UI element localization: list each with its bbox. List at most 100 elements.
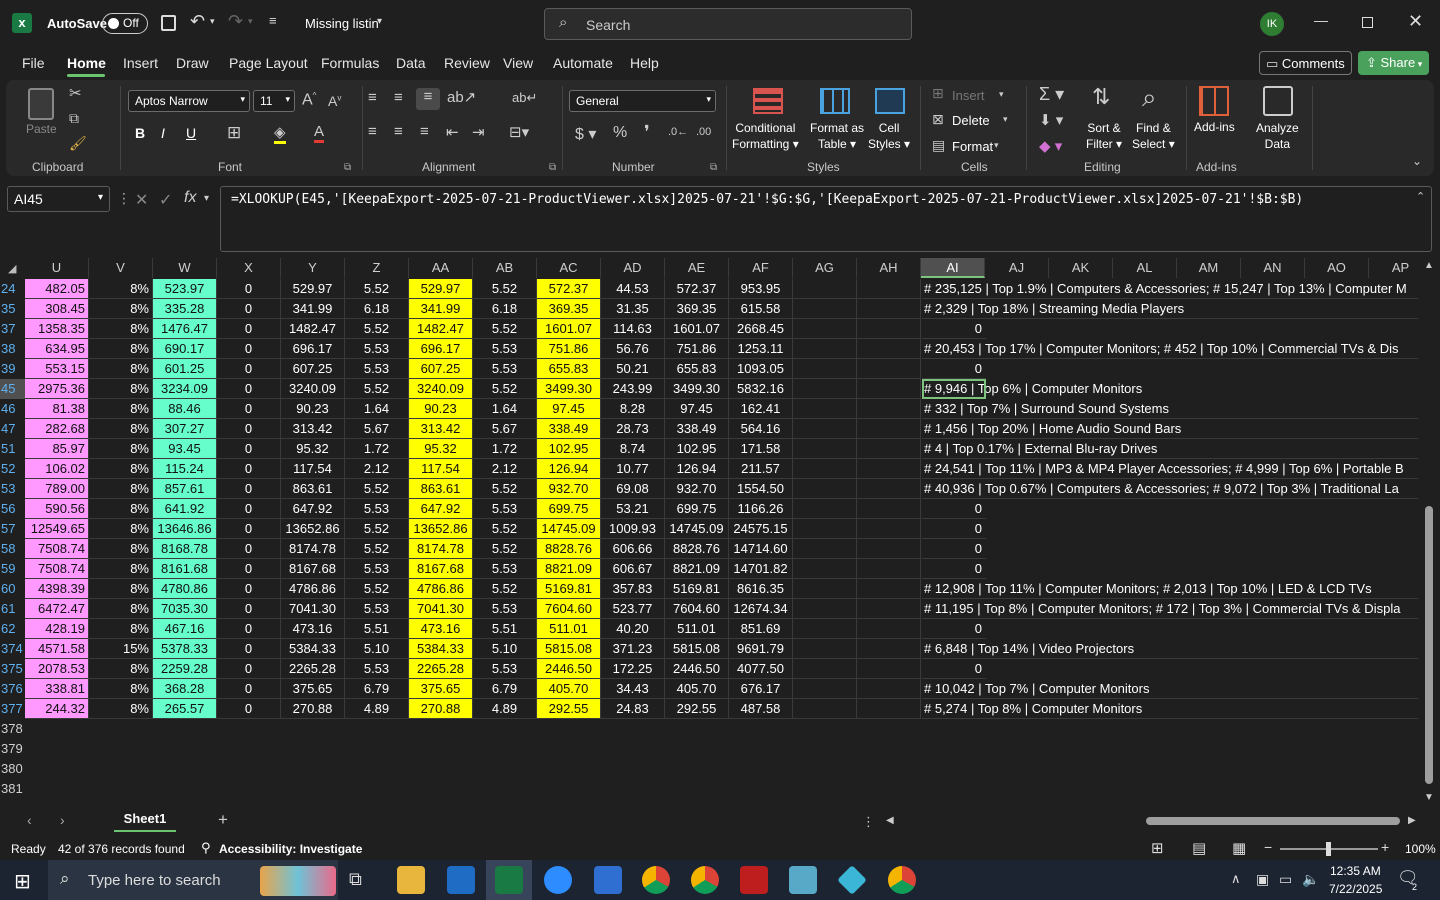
cell-af[interactable]: 9691.79 [729,639,793,659]
cell-ab[interactable]: 5.52 [473,539,537,559]
cell-x[interactable]: 0 [217,699,281,719]
scroll-down-icon[interactable]: ▼ [1424,792,1434,803]
cell-u[interactable]: 81.38 [25,399,89,419]
cell-empty[interactable] [857,319,921,339]
cell-u[interactable]: 106.02 [25,459,89,479]
cell-empty[interactable] [793,639,857,659]
clock-time[interactable]: 12:35 AM [1330,864,1381,878]
cell-z[interactable]: 5.52 [345,539,409,559]
cell-ae[interactable]: 7604.60 [665,599,729,619]
cell-ab[interactable]: 5.53 [473,559,537,579]
tab-review[interactable]: Review [444,55,490,71]
tab-home[interactable]: Home [67,55,106,71]
chevron-down-icon[interactable]: ▾ [204,193,209,204]
cell-z[interactable]: 5.51 [345,619,409,639]
cell-z[interactable]: 5.53 [345,599,409,619]
row-header[interactable]: 374 [0,639,25,659]
conditional-formatting-button[interactable]: Conditional Formatting ▾ [732,120,799,152]
cell-af[interactable]: 953.95 [729,279,793,299]
cell-aa[interactable]: 95.32 [409,439,473,459]
column-header-ae[interactable]: AE [665,258,729,278]
column-header-ao[interactable]: AO [1305,258,1369,278]
format-as-table-button[interactable]: Format as Table ▾ [810,120,864,152]
column-header-v[interactable]: V [89,258,153,278]
tab-insert[interactable]: Insert [123,55,158,71]
cell-ac[interactable]: 126.94 [537,459,601,479]
network-icon[interactable]: ▭ [1279,871,1292,888]
cell-ac[interactable]: 7604.60 [537,599,601,619]
restore-icon[interactable] [1362,17,1373,28]
comments-button[interactable]: ▭ Comments [1259,51,1352,75]
cell-ad[interactable]: 28.73 [601,419,665,439]
customize-toolbar-icon[interactable]: ≡ [269,13,277,28]
align-bottom-icon[interactable]: ≡ [416,88,440,110]
cell-ae[interactable]: 2446.50 [665,659,729,679]
page-layout-view-icon[interactable]: ▤ [1192,839,1206,857]
cell-u[interactable]: 482.05 [25,279,89,299]
addins-icon[interactable] [1199,86,1229,116]
font-color-icon[interactable]: A [314,123,325,143]
addins-button[interactable]: Add-ins [1194,120,1235,134]
cell-y[interactable]: 4786.86 [281,579,345,599]
cell-empty[interactable] [857,619,921,639]
undo-dropdown-icon[interactable]: ▾ [210,16,215,27]
accessibility-status[interactable]: Accessibility: Investigate [219,842,362,856]
more-options-icon[interactable]: ⋮ [117,190,131,207]
cell-ab[interactable]: 5.52 [473,379,537,399]
cell-u[interactable]: 2078.53 [25,659,89,679]
increase-font-icon[interactable]: A^ [302,91,316,109]
tab-automate[interactable]: Automate [553,55,613,71]
excel-taskbar-icon[interactable] [495,866,523,894]
file-explorer-icon[interactable] [397,866,425,894]
cell-af[interactable]: 1166.26 [729,499,793,519]
cell-ae[interactable]: 97.45 [665,399,729,419]
orientation-icon[interactable]: ab↗ [447,88,476,106]
cell-empty[interactable] [793,579,857,599]
row-header[interactable]: 58 [0,539,25,559]
cell-af[interactable]: 162.41 [729,399,793,419]
column-header-ap[interactable]: AP [1369,258,1418,278]
decrease-decimal-icon[interactable]: .00 [696,126,711,138]
fill-icon[interactable]: ⬇ ▾ [1039,111,1063,129]
avatar[interactable]: IK [1260,12,1284,36]
cell-x[interactable]: 0 [217,299,281,319]
tab-help[interactable]: Help [630,55,659,71]
cell-x[interactable]: 0 [217,459,281,479]
align-top-icon[interactable]: ≡ [368,89,377,106]
cell-empty[interactable] [857,279,921,299]
cell-ac[interactable]: 5815.08 [537,639,601,659]
cell-ab[interactable]: 2.12 [473,459,537,479]
cell-ae[interactable]: 14745.09 [665,519,729,539]
column-header-af[interactable]: AF [729,258,793,278]
cell-aa[interactable]: 696.17 [409,339,473,359]
cell-x[interactable]: 0 [217,359,281,379]
cell-ab[interactable]: 5.52 [473,519,537,539]
cell-ac[interactable]: 932.70 [537,479,601,499]
cell-z[interactable]: 5.52 [345,319,409,339]
dialog-launcher-icon[interactable]: ⧉ [344,162,351,173]
cell-af[interactable]: 24575.15 [729,519,793,539]
column-header-aa[interactable]: AA [409,258,473,278]
cell-ai[interactable]: # 12,908 | Top 11% | Computer Monitors; … [922,579,1418,599]
cell-y[interactable]: 313.42 [281,419,345,439]
cell-u[interactable]: 282.68 [25,419,89,439]
cell-ab[interactable]: 5.52 [473,279,537,299]
cell-x[interactable]: 0 [217,319,281,339]
cell-empty[interactable] [793,519,857,539]
cell-empty[interactable] [857,479,921,499]
cell-ad[interactable]: 44.53 [601,279,665,299]
cell-af[interactable]: 211.57 [729,459,793,479]
wrap-text-icon[interactable]: ab↵ [512,90,537,106]
cell-ae[interactable]: 3499.30 [665,379,729,399]
show-hidden-icons-icon[interactable]: ∧ [1231,871,1241,887]
cell-ad[interactable]: 114.63 [601,319,665,339]
cell-y[interactable]: 375.65 [281,679,345,699]
conditional-formatting-icon[interactable] [753,88,783,114]
cell-w[interactable]: 13646.86 [153,519,217,539]
column-header-ak[interactable]: AK [1049,258,1113,278]
format-cells-icon[interactable]: ▤ [932,137,945,154]
cell-u[interactable]: 428.19 [25,619,89,639]
cell-aa[interactable]: 375.65 [409,679,473,699]
cell-empty[interactable] [857,359,921,379]
cell-ai[interactable]: 0 [922,539,986,559]
